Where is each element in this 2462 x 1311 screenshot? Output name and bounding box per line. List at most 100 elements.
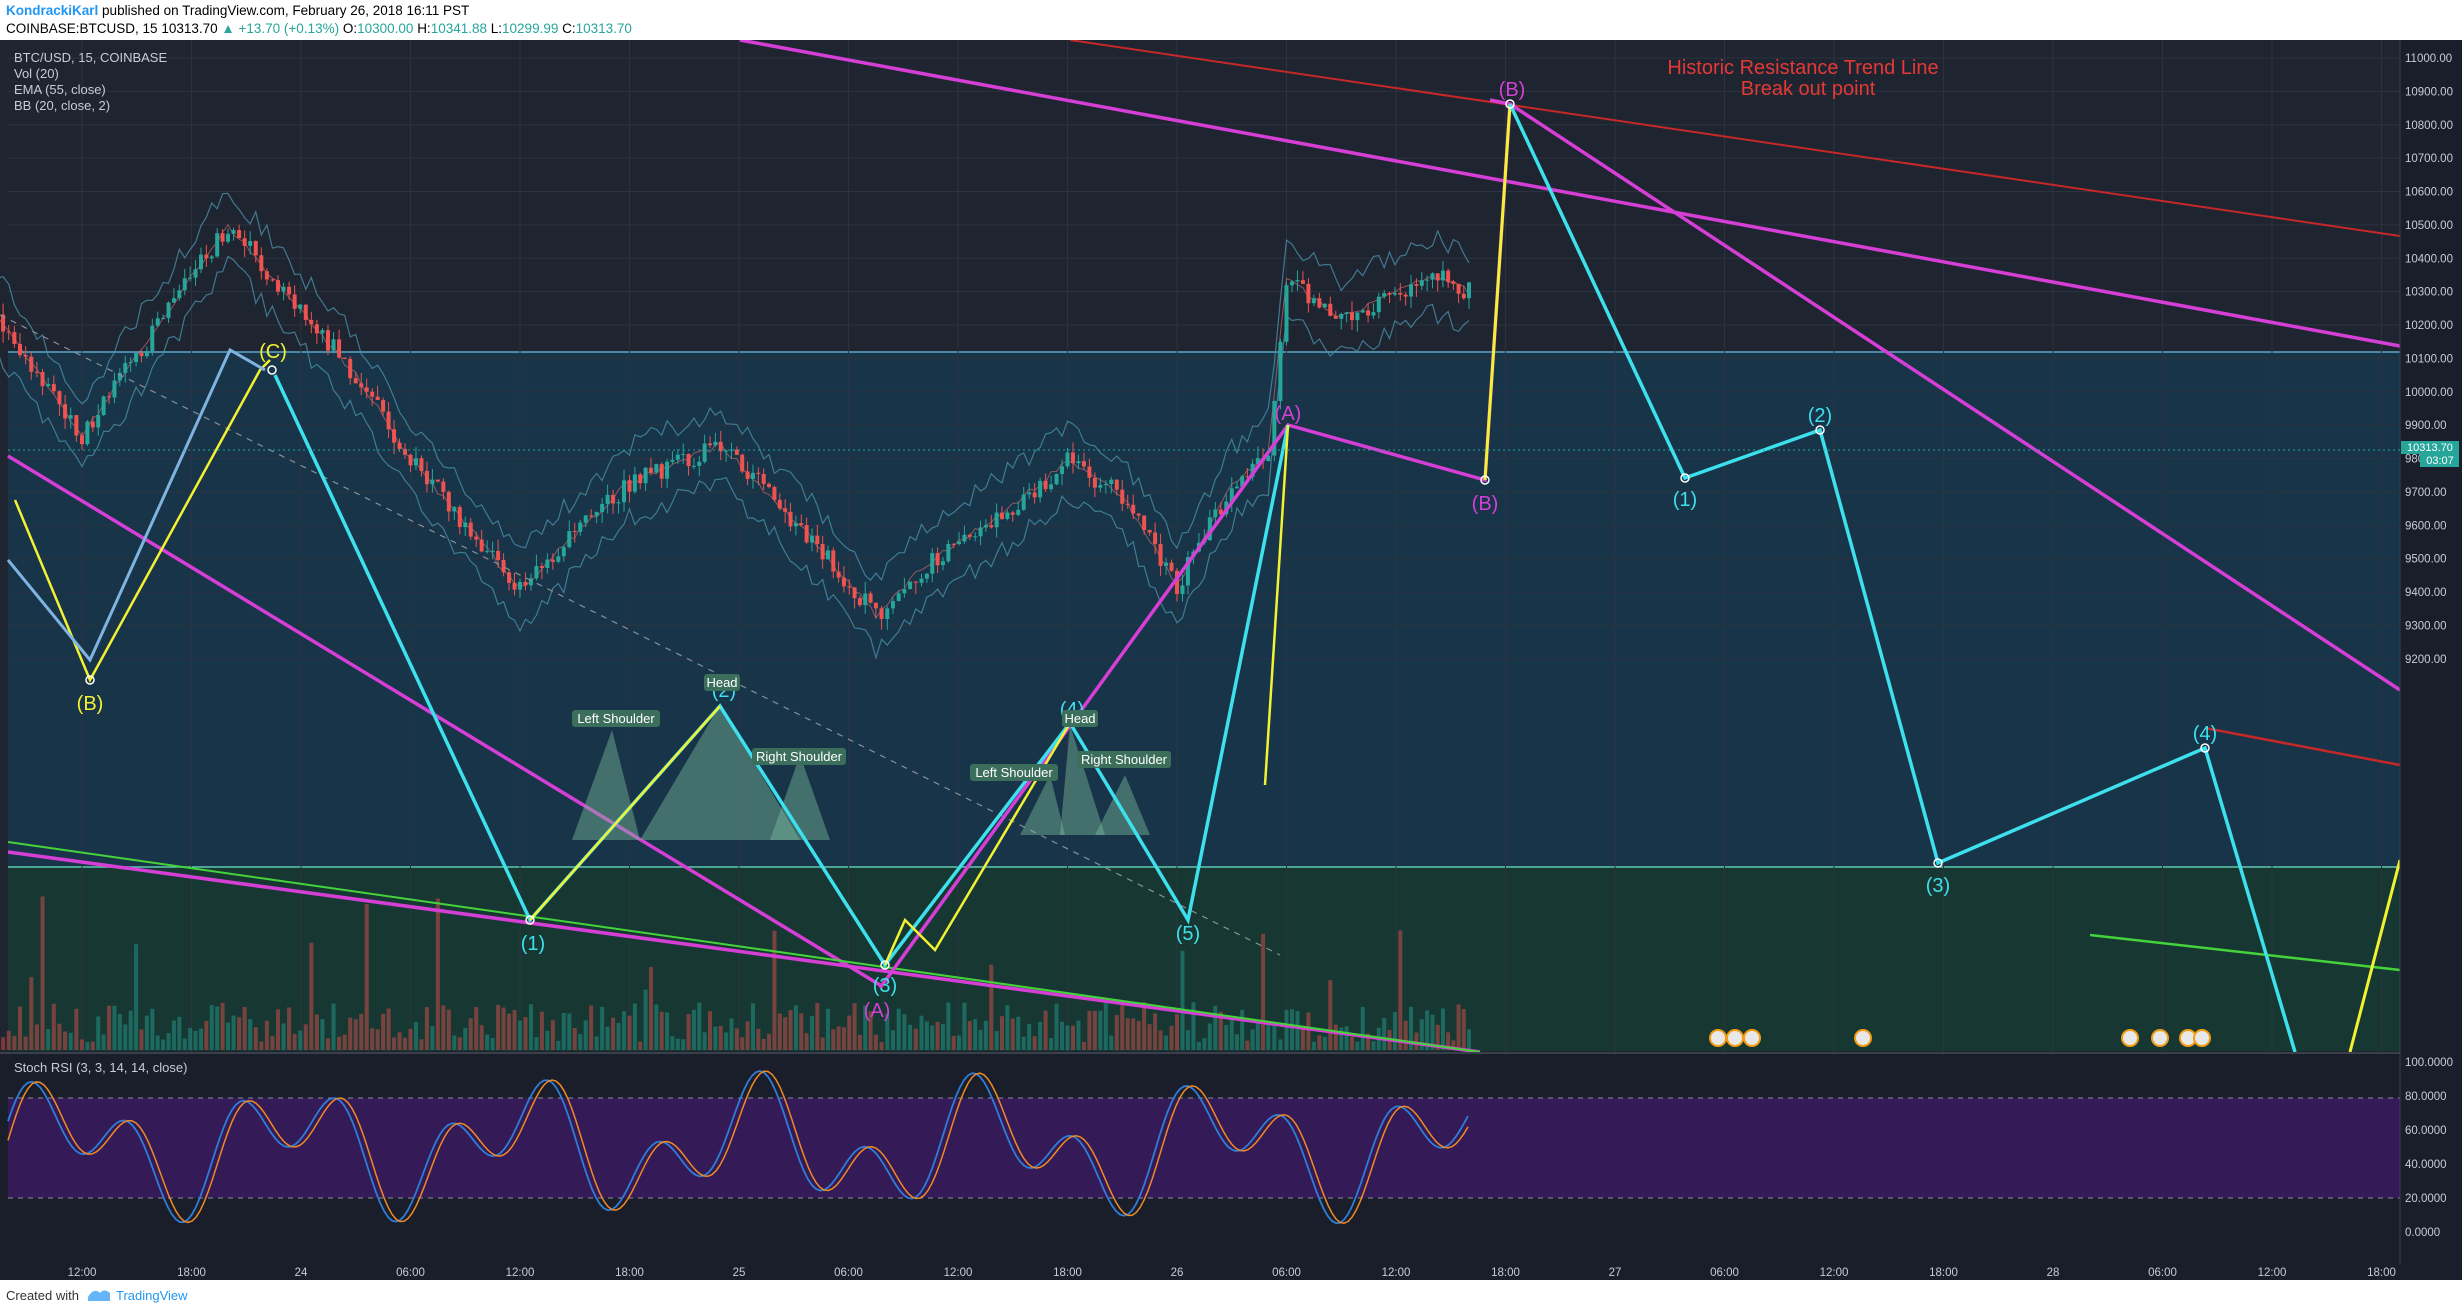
volume-bar (1180, 950, 1185, 1050)
volume-bar (507, 1013, 512, 1050)
volume-bar (204, 1020, 209, 1050)
time-tick-label: 24 (295, 1267, 308, 1279)
candle-body (777, 499, 782, 509)
volume-bar (34, 1024, 39, 1050)
candle-body (1403, 294, 1408, 297)
created-with-text: Created with (6, 1288, 79, 1303)
candle-body (556, 556, 561, 562)
candle-body (51, 384, 56, 392)
candle-body (435, 479, 440, 482)
legend-ema[interactable]: EMA (55, close) (14, 82, 167, 98)
volume-bar (413, 1021, 418, 1050)
volume-bar (1360, 1006, 1365, 1050)
volume-bar (946, 1002, 951, 1050)
volume-bar (12, 1035, 17, 1050)
candle-body (34, 371, 39, 373)
volume-bar (528, 1004, 533, 1050)
candle-body (155, 318, 160, 326)
tradingview-logo-icon[interactable] (86, 1285, 112, 1303)
volume-bar (496, 1004, 501, 1050)
candle-body (1164, 562, 1169, 566)
candle-body (1467, 282, 1471, 299)
time-tick-label: 12:00 (2258, 1267, 2287, 1279)
volume-bar (275, 1009, 280, 1050)
volume-bar (583, 1020, 588, 1050)
candle-body (550, 559, 555, 562)
volume-bar (1, 1037, 6, 1050)
volume-bar (337, 1036, 342, 1050)
candle-body (101, 396, 106, 416)
volume-bar (659, 1011, 664, 1050)
volume-bar (101, 1034, 106, 1050)
volume-bar (1153, 1013, 1158, 1050)
volume-bar (777, 1013, 782, 1050)
candle-body (474, 536, 479, 540)
volume-bar (463, 1027, 468, 1050)
candle-body (63, 404, 68, 419)
volume-bar (1060, 1021, 1065, 1050)
legend-symbol[interactable]: BTC/USD, 15, COINBASE (14, 50, 167, 66)
volume-bar (452, 1035, 457, 1050)
stoch-rsi-label[interactable]: Stoch RSI (3, 3, 14, 14, close) (14, 1060, 187, 1075)
volume-bar (924, 1021, 929, 1050)
candle-body (594, 511, 599, 517)
volume-bar (303, 1024, 308, 1050)
candle-body (534, 566, 539, 579)
tradingview-brand[interactable]: TradingView (116, 1288, 188, 1303)
candle-body (761, 473, 766, 484)
candle-body (1136, 513, 1141, 516)
volume-bar (919, 1015, 924, 1050)
volume-bar (951, 1035, 956, 1050)
candle-body (386, 411, 391, 430)
resistance-annotation-line2: Break out point (1741, 78, 1876, 100)
volume-bar (978, 1029, 983, 1050)
volume-bar (1043, 1010, 1048, 1050)
candle-body (57, 391, 62, 405)
volume-bar (1125, 1018, 1130, 1050)
candle-body (237, 230, 242, 239)
volume-bar (80, 1039, 84, 1050)
candle-body (177, 290, 182, 299)
volume-bar (281, 1023, 286, 1050)
volume-bar (1349, 1036, 1354, 1050)
legend-volume[interactable]: Vol (20) (14, 66, 167, 82)
volume-bar (177, 1016, 182, 1050)
volume-bar (193, 1030, 198, 1050)
candle-body (847, 586, 852, 588)
candle-body (501, 559, 506, 573)
candle-body (303, 304, 308, 320)
volume-bar (128, 1010, 133, 1050)
volume-bar (957, 1035, 962, 1050)
candle-body (80, 435, 84, 445)
volume-bar (632, 1003, 637, 1050)
candle-body (215, 233, 220, 257)
candle-body (1392, 293, 1397, 295)
legend-bb[interactable]: BB (20, close, 2) (14, 98, 167, 114)
candle-body (1311, 298, 1316, 304)
price-tick-label: 10700.00 (2405, 153, 2453, 165)
volume-bar (253, 1027, 258, 1050)
volume-bar (847, 1015, 852, 1050)
volume-bar (902, 1014, 907, 1050)
candle-body (1284, 285, 1289, 342)
author-name[interactable]: KondrackiKarl (6, 3, 98, 18)
rsi-tick-label: 60.0000 (2405, 1125, 2447, 1137)
volume-bar (424, 1007, 429, 1050)
candle-body (913, 581, 918, 583)
price-tick-label: 9500.00 (2405, 554, 2447, 566)
low-value: 10299.99 (502, 21, 559, 36)
candle-body (446, 491, 451, 512)
volume-bar (134, 944, 139, 1050)
price-chart[interactable]: (C) (B) (1) (2) (3) (A) (4) (5) (A) (B) … (0, 40, 2462, 1280)
volume-bar (501, 1007, 506, 1050)
volume-bar (729, 1018, 734, 1050)
indicator-legend[interactable]: BTC/USD, 15, COINBASE Vol (20) EMA (55, … (14, 50, 167, 114)
candle-body (1387, 293, 1392, 295)
high-label: H: (417, 21, 431, 36)
time-axis[interactable] (0, 1265, 2400, 1280)
candle-body (919, 578, 924, 583)
volume-bar (287, 1007, 292, 1050)
volume-bar (940, 1024, 945, 1050)
chart-area[interactable]: (C) (B) (1) (2) (3) (A) (4) (5) (A) (B) … (0, 40, 2462, 1280)
close-value: 10313.70 (575, 21, 632, 36)
